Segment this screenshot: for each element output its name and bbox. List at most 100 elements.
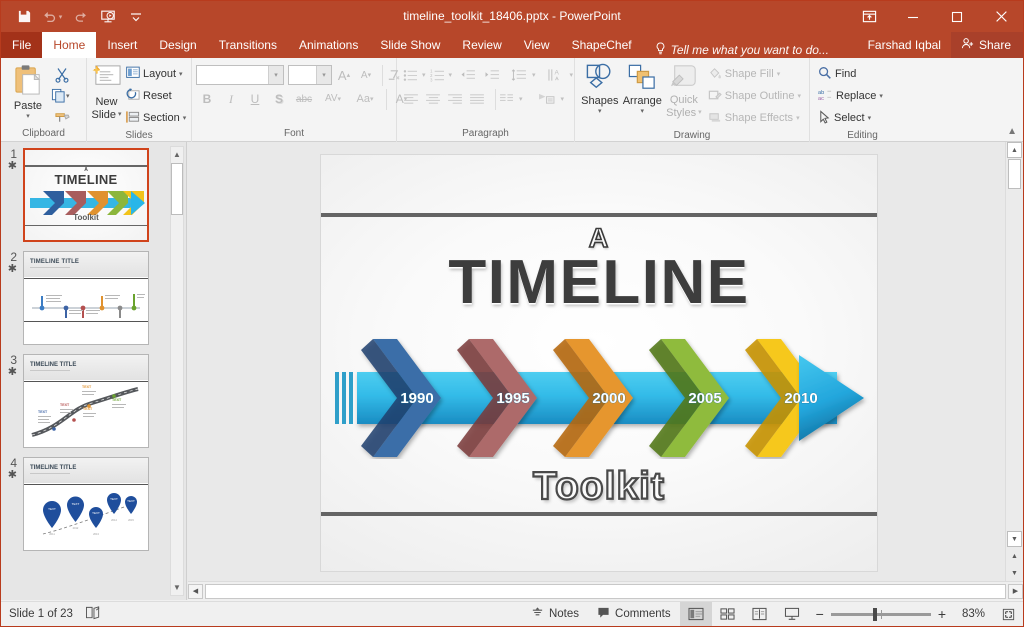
slide-subtitle[interactable]: Toolkit [321,464,877,509]
redo-icon[interactable] [67,5,93,29]
section-button[interactable]: Section ▾ [122,107,190,129]
zoom-slider[interactable] [830,607,931,621]
list-item[interactable]: 1 ✱ A TIMELINE Toolkit [1,148,169,242]
minimize-button[interactable] [891,1,935,32]
list-item[interactable]: 3 ✱ TIMELINE TITLE TEXT TEXT TEXT TEXT T… [1,354,169,448]
increase-font-size-button[interactable]: A ▴ [334,65,354,86]
strikethrough-button[interactable]: abc [292,89,316,110]
slideshow-button[interactable] [776,602,808,627]
slide-sorter-button[interactable] [712,602,744,627]
maximize-button[interactable] [935,1,979,32]
shape-effects-button[interactable]: Shape Effects ▾ [704,107,805,129]
columns-button[interactable] [495,88,517,110]
select-button[interactable]: Select ▾ [814,107,887,129]
tab-insert[interactable]: Insert [96,32,148,58]
new-slide-button[interactable]: New Slide ▾ [91,61,122,121]
reset-button[interactable]: Reset [122,85,190,107]
font-name-box[interactable]: ▾ [196,65,284,85]
zoom-slider-handle[interactable] [872,607,877,621]
slide-counter[interactable]: Slide 1 of 23 [9,608,73,620]
scroll-left-icon[interactable]: ◀ [188,583,203,599]
thumbnails-scroll-down-icon[interactable]: ▼ [171,580,183,595]
customize-qat-icon[interactable] [123,5,149,29]
list-item[interactable]: 2 ✱ TIMELINE TITLE [1,251,169,345]
scroll-down-icon[interactable]: ▼ [1007,531,1022,547]
text-direction-button[interactable]: A [544,65,568,86]
bullets-caret[interactable]: ▾ [422,71,426,79]
collapse-ribbon-button[interactable]: ▲ [1007,126,1017,137]
increase-indent-button[interactable] [481,65,503,86]
quick-styles-button[interactable]: Quick Styles ▾ [664,61,704,119]
text-direction-caret[interactable]: ▾ [570,71,574,79]
share-button[interactable]: Share [950,32,1023,58]
align-right-button[interactable] [445,89,465,110]
align-left-button[interactable] [401,89,421,110]
arrange-button[interactable]: Arrange ▾ [621,61,664,115]
zoom-in-button[interactable]: + [938,606,946,622]
bullets-button[interactable] [401,65,420,86]
copy-dropdown-caret[interactable]: ▾ [66,92,70,100]
undo-icon[interactable]: ▾ [39,5,65,29]
paste-button[interactable]: Paste ▾ [5,61,51,120]
line-spacing-caret[interactable]: ▾ [532,71,536,79]
slide-thumbnails-pane[interactable]: 1 ✱ A TIMELINE Toolkit 2 ✱ TIMELINE TITL… [1,142,187,600]
convert-to-smartart-button[interactable] [535,89,559,110]
tab-transitions[interactable]: Transitions [208,32,288,58]
slide-thumbnail-2[interactable]: TIMELINE TITLE [23,251,149,345]
previous-slide-icon[interactable]: ▲ [1007,548,1022,564]
change-case-button[interactable]: Aa ▾ [350,89,380,110]
tab-slide-show[interactable]: Slide Show [369,32,451,58]
slide-vertical-scrollbar[interactable]: ▲ ▼ ▲ ▼ [1005,142,1023,581]
slide-thumbnail-1[interactable]: A TIMELINE Toolkit [23,148,149,242]
numbering-button[interactable]: 123 [428,65,447,86]
replace-button[interactable]: ab ac Replace ▾ [814,85,887,107]
slide-horizontal-scrollbar[interactable]: ◀ ▶ [188,581,1023,600]
shapes-button[interactable]: Shapes ▾ [579,61,621,115]
slide-thumbnail-3[interactable]: TIMELINE TITLE TEXT TEXT TEXT TEXT TEXT [23,354,149,448]
numbering-caret[interactable]: ▾ [449,71,453,79]
underline-button[interactable]: U [244,89,266,110]
decrease-font-size-button[interactable]: A ▾ [356,65,376,86]
zoom-percentage[interactable]: 83% [953,608,985,620]
next-slide-icon[interactable]: ▼ [1007,565,1022,581]
notes-button[interactable]: Notes [522,602,588,627]
current-slide[interactable]: A TIMELINE Toolkit 1990 1995 2000 2005 2… [320,154,878,572]
section-caret[interactable]: ▾ [183,114,187,122]
character-spacing-button[interactable]: AV ▾ [318,89,348,110]
thumbnails-scroll-thumb[interactable] [171,163,183,215]
cut-button[interactable] [51,64,73,85]
save-icon[interactable] [11,5,37,29]
close-button[interactable] [979,1,1023,32]
reading-view-button[interactable] [744,602,776,627]
start-presentation-icon[interactable] [95,5,121,29]
font-size-box[interactable]: ▾ [288,65,332,85]
accessibility-icon[interactable] [85,605,102,623]
line-spacing-button[interactable] [508,65,530,86]
ribbon-display-options-icon[interactable] [847,1,891,32]
scroll-right-icon[interactable]: ▶ [1008,583,1023,599]
horizontal-scroll-track[interactable] [205,583,1006,599]
layout-button[interactable]: Layout ▾ [122,63,190,85]
font-name-caret[interactable]: ▾ [268,66,283,84]
font-size-caret[interactable]: ▾ [316,66,331,84]
select-caret[interactable]: ▾ [868,114,872,122]
arrange-caret[interactable]: ▾ [641,107,645,115]
tab-file[interactable]: File [1,32,43,58]
paste-dropdown-caret[interactable]: ▾ [26,112,30,120]
tab-animations[interactable]: Animations [288,32,369,58]
replace-caret[interactable]: ▾ [879,92,883,100]
timeline-graphic[interactable]: 1990 1995 2000 2005 2010 [321,337,878,459]
shape-fill-button[interactable]: Shape Fill ▾ [704,63,805,85]
italic-button[interactable]: I [220,89,242,110]
comments-button[interactable]: Comments [588,602,680,627]
zoom-out-button[interactable]: − [816,606,824,622]
smartart-caret[interactable]: ▾ [561,95,565,103]
account-name[interactable]: Farshad Iqbal [858,38,951,52]
tab-review[interactable]: Review [451,32,512,58]
list-item[interactable]: 4 ✱ TIMELINE TITLE TEXT TEXT TEXT TEXT T… [1,457,169,551]
align-center-button[interactable] [423,89,443,110]
vertical-scroll-thumb[interactable] [1008,159,1021,189]
tell-me-search[interactable]: Tell me what you want to do... [655,42,829,58]
slide-thumbnail-4[interactable]: TIMELINE TITLE TEXT TEXT TEXT TEXT TEXT … [23,457,149,551]
thumbnails-scrollbar[interactable]: ▲ ▼ [170,146,184,596]
